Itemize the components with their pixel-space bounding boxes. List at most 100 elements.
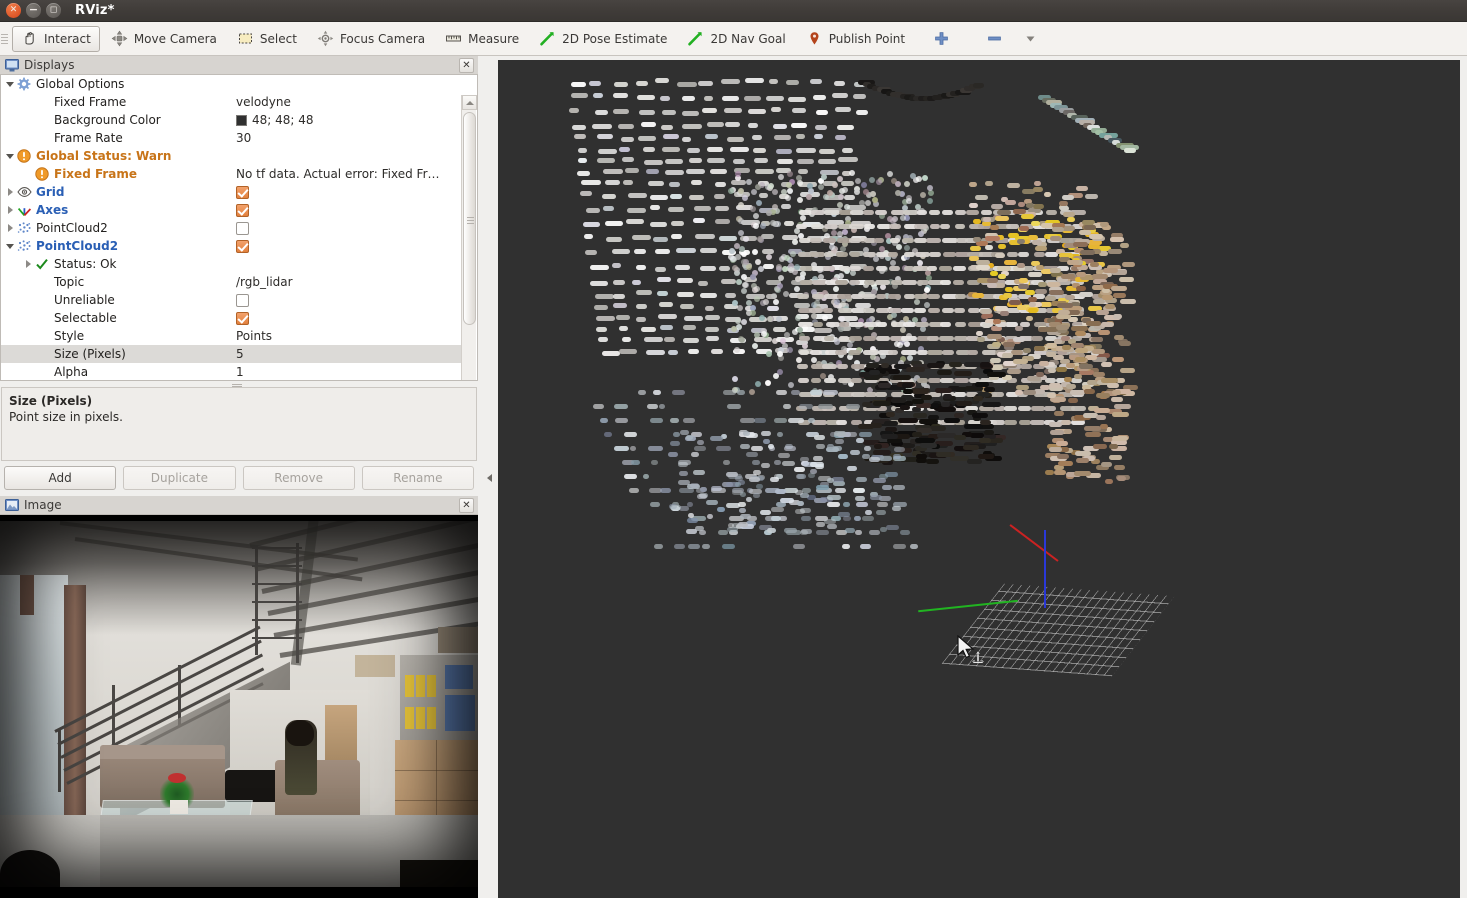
property-value: No tf data. Actual error: Fixed Fr… — [236, 167, 440, 181]
enable-checkbox[interactable] — [236, 312, 249, 325]
tree-row-label: Global Options — [36, 77, 124, 91]
monitor-icon — [5, 59, 19, 72]
toolbar-drag-handle[interactable] — [1, 28, 10, 50]
tree-row[interactable]: Global Options — [1, 75, 463, 93]
tree-row-value[interactable]: velodyne — [233, 93, 463, 111]
enable-checkbox[interactable] — [236, 222, 249, 235]
tree-row[interactable]: Style Points — [1, 327, 463, 345]
render-view-3d[interactable] — [498, 60, 1460, 898]
tree-row[interactable]: Size (Pixels) 5 — [1, 345, 463, 363]
tool-publish-point[interactable]: Publish Point — [797, 26, 914, 52]
rename-button[interactable]: Rename — [362, 466, 474, 490]
color-swatch[interactable] — [236, 115, 247, 126]
move-camera-cursor-icon — [970, 650, 986, 666]
tool-move-camera[interactable]: Move Camera — [102, 26, 226, 52]
minus-icon — [986, 30, 1003, 47]
tree-row[interactable]: Grid — [1, 183, 463, 201]
remove-button[interactable]: Remove — [243, 466, 355, 490]
tree-row[interactable]: Background Color 48; 48; 48 — [1, 111, 463, 129]
tree-row-label: Unreliable — [54, 293, 115, 307]
tree-row[interactable]: PointCloud2 — [1, 237, 463, 255]
tree-row[interactable]: Axes — [1, 201, 463, 219]
expander-expand-icon[interactable] — [4, 183, 16, 201]
tree-row[interactable]: Fixed Frame No tf data. Actual error: Fix… — [1, 165, 463, 183]
tree-row[interactable]: Fixed Frame velodyne — [1, 93, 463, 111]
icon-spacer — [34, 130, 50, 146]
tree-row-value[interactable]: Points — [233, 327, 463, 345]
tree-row[interactable]: Topic/rgb_lidar — [1, 273, 463, 291]
tool-2d-pose-estimate-label: 2D Pose Estimate — [562, 33, 667, 45]
expander-expand-icon[interactable] — [4, 201, 16, 219]
expander-spacer — [22, 291, 34, 309]
tree-row[interactable]: Alpha 1 — [1, 363, 463, 381]
chevron-left-icon[interactable] — [483, 468, 495, 488]
tree-row[interactable]: PointCloud2 — [1, 219, 463, 237]
tree-row-value — [233, 147, 463, 165]
tree-row[interactable]: Unreliable — [1, 291, 463, 309]
tree-row-label: Topic — [54, 275, 84, 289]
icon-spacer — [34, 328, 50, 344]
tree-row-value[interactable] — [233, 237, 463, 255]
tree-row[interactable]: Selectable — [1, 309, 463, 327]
main-toolbar: Interact Move Camera Select Focus Camera… — [0, 22, 1467, 56]
tree-row-label: Status: Ok — [54, 257, 117, 271]
expander-collapse-icon[interactable] — [4, 147, 16, 165]
property-value: velodyne — [236, 95, 291, 109]
enable-checkbox[interactable] — [236, 186, 249, 199]
tree-row-label: PointCloud2 — [36, 239, 118, 253]
property-description-title: Size (Pixels) — [9, 394, 469, 408]
property-value: 5 — [236, 347, 244, 361]
add-button[interactable]: Add — [4, 466, 116, 490]
tree-row[interactable]: Global Status: Warn — [1, 147, 463, 165]
tree-row-label: Grid — [36, 185, 64, 199]
expander-collapse-icon[interactable] — [4, 237, 16, 255]
expander-collapse-icon[interactable] — [4, 75, 16, 93]
remove-tool-button[interactable] — [977, 26, 1018, 52]
camera-image-view[interactable] — [0, 515, 478, 898]
tree-row-value[interactable]: 5 — [233, 345, 463, 363]
scroll-up-arrow[interactable] — [462, 95, 477, 110]
tool-interact[interactable]: Interact — [12, 26, 100, 52]
chevron-down-icon — [1025, 30, 1036, 47]
point-cloud — [498, 60, 1460, 898]
tool-measure-label: Measure — [468, 33, 519, 45]
window-minimize-button[interactable]: − — [26, 3, 41, 18]
enable-checkbox[interactable] — [236, 240, 249, 253]
displays-panel-title: Displays — [24, 58, 74, 72]
duplicate-button[interactable]: Duplicate — [123, 466, 235, 490]
tool-select[interactable]: Select — [228, 26, 306, 52]
tree-row-value[interactable] — [233, 309, 463, 327]
tree-row-value[interactable]: 30 — [233, 129, 463, 147]
tree-row-value[interactable]: /rgb_lidar — [233, 273, 463, 291]
tree-row-value[interactable] — [233, 201, 463, 219]
tree-row-value[interactable]: 48; 48; 48 — [233, 111, 463, 129]
tool-2d-pose-estimate[interactable]: 2D Pose Estimate — [530, 26, 676, 52]
enable-checkbox[interactable] — [236, 294, 249, 307]
tree-row-value[interactable]: No tf data. Actual error: Fixed Fr… — [233, 165, 463, 183]
expander-expand-icon[interactable] — [22, 255, 34, 273]
window-titlebar: ✕ − ◻ RViz* — [0, 0, 1467, 22]
displays-tree-scrollbar[interactable] — [461, 95, 476, 381]
eye-icon — [16, 184, 32, 200]
toolbar-overflow-button[interactable] — [1020, 26, 1041, 52]
close-icon[interactable]: ✕ — [459, 58, 474, 73]
scrollbar-thumb[interactable] — [463, 112, 476, 325]
expander-expand-icon[interactable] — [4, 219, 16, 237]
tree-row-value[interactable] — [233, 219, 463, 237]
tool-measure[interactable]: Measure — [436, 26, 528, 52]
tool-focus-camera[interactable]: Focus Camera — [308, 26, 434, 52]
window-maximize-button[interactable]: ◻ — [46, 3, 61, 18]
hand-cursor-icon — [21, 30, 38, 47]
tool-2d-nav-goal[interactable]: 2D Nav Goal — [678, 26, 794, 52]
expander-spacer — [22, 363, 34, 381]
tree-row[interactable]: Status: Ok — [1, 255, 463, 273]
tree-row[interactable]: Frame Rate 30 — [1, 129, 463, 147]
tree-row-value[interactable] — [233, 291, 463, 309]
add-tool-button[interactable] — [924, 26, 965, 52]
displays-tree-container[interactable]: Global Options Fixed Frame velodyne Backgro… — [0, 75, 478, 381]
enable-checkbox[interactable] — [236, 204, 249, 217]
tree-row-value[interactable]: 1 — [233, 363, 463, 381]
tree-row-value[interactable] — [233, 183, 463, 201]
window-close-button[interactable]: ✕ — [6, 3, 21, 18]
close-icon[interactable]: ✕ — [459, 498, 474, 513]
